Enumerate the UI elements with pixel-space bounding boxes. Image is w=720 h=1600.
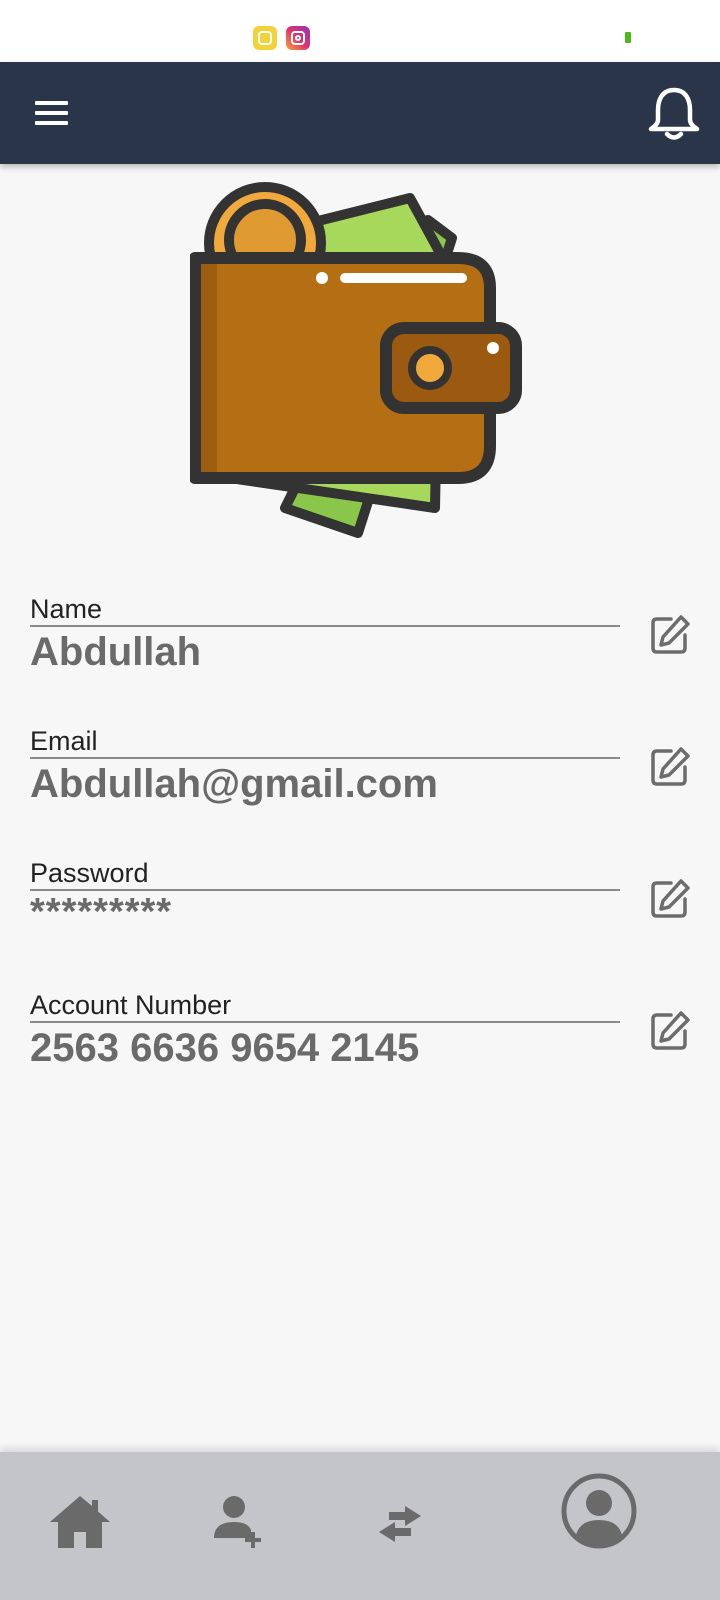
email-value: Abdullah@gmail.com <box>30 762 438 806</box>
app-bar <box>0 62 720 164</box>
bottom-navigation <box>0 1452 720 1600</box>
hamburger-menu-icon[interactable] <box>30 96 74 130</box>
name-field: Name Abdullah <box>30 593 620 677</box>
password-label: Password <box>30 858 149 888</box>
email-field: Email Abdullah@gmail.com <box>30 725 620 809</box>
home-icon[interactable] <box>46 1492 114 1552</box>
edit-email-icon[interactable] <box>649 746 691 788</box>
battery-icon <box>625 32 631 43</box>
yellow-app-icon <box>253 26 277 50</box>
account-number-value: 2563 6636 9654 2145 <box>30 1026 420 1070</box>
password-field: Password ********* <box>30 857 620 933</box>
email-label: Email <box>30 726 98 756</box>
edit-account-number-icon[interactable] <box>649 1010 691 1052</box>
status-bar <box>0 0 720 62</box>
name-value: Abdullah <box>30 630 202 674</box>
bell-icon[interactable] <box>646 84 702 144</box>
instagram-icon <box>286 26 310 50</box>
name-label: Name <box>30 594 103 624</box>
edit-name-icon[interactable] <box>649 614 691 656</box>
account-number-field: Account Number 2563 6636 9654 2145 <box>30 989 620 1073</box>
add-user-icon[interactable] <box>212 1494 266 1552</box>
transfer-icon[interactable] <box>375 1504 425 1544</box>
password-value: ********* <box>30 891 173 933</box>
profile-icon[interactable] <box>560 1472 638 1550</box>
wallet-icon <box>190 182 522 538</box>
edit-password-icon[interactable] <box>649 878 691 920</box>
account-number-label: Account Number <box>30 990 232 1020</box>
